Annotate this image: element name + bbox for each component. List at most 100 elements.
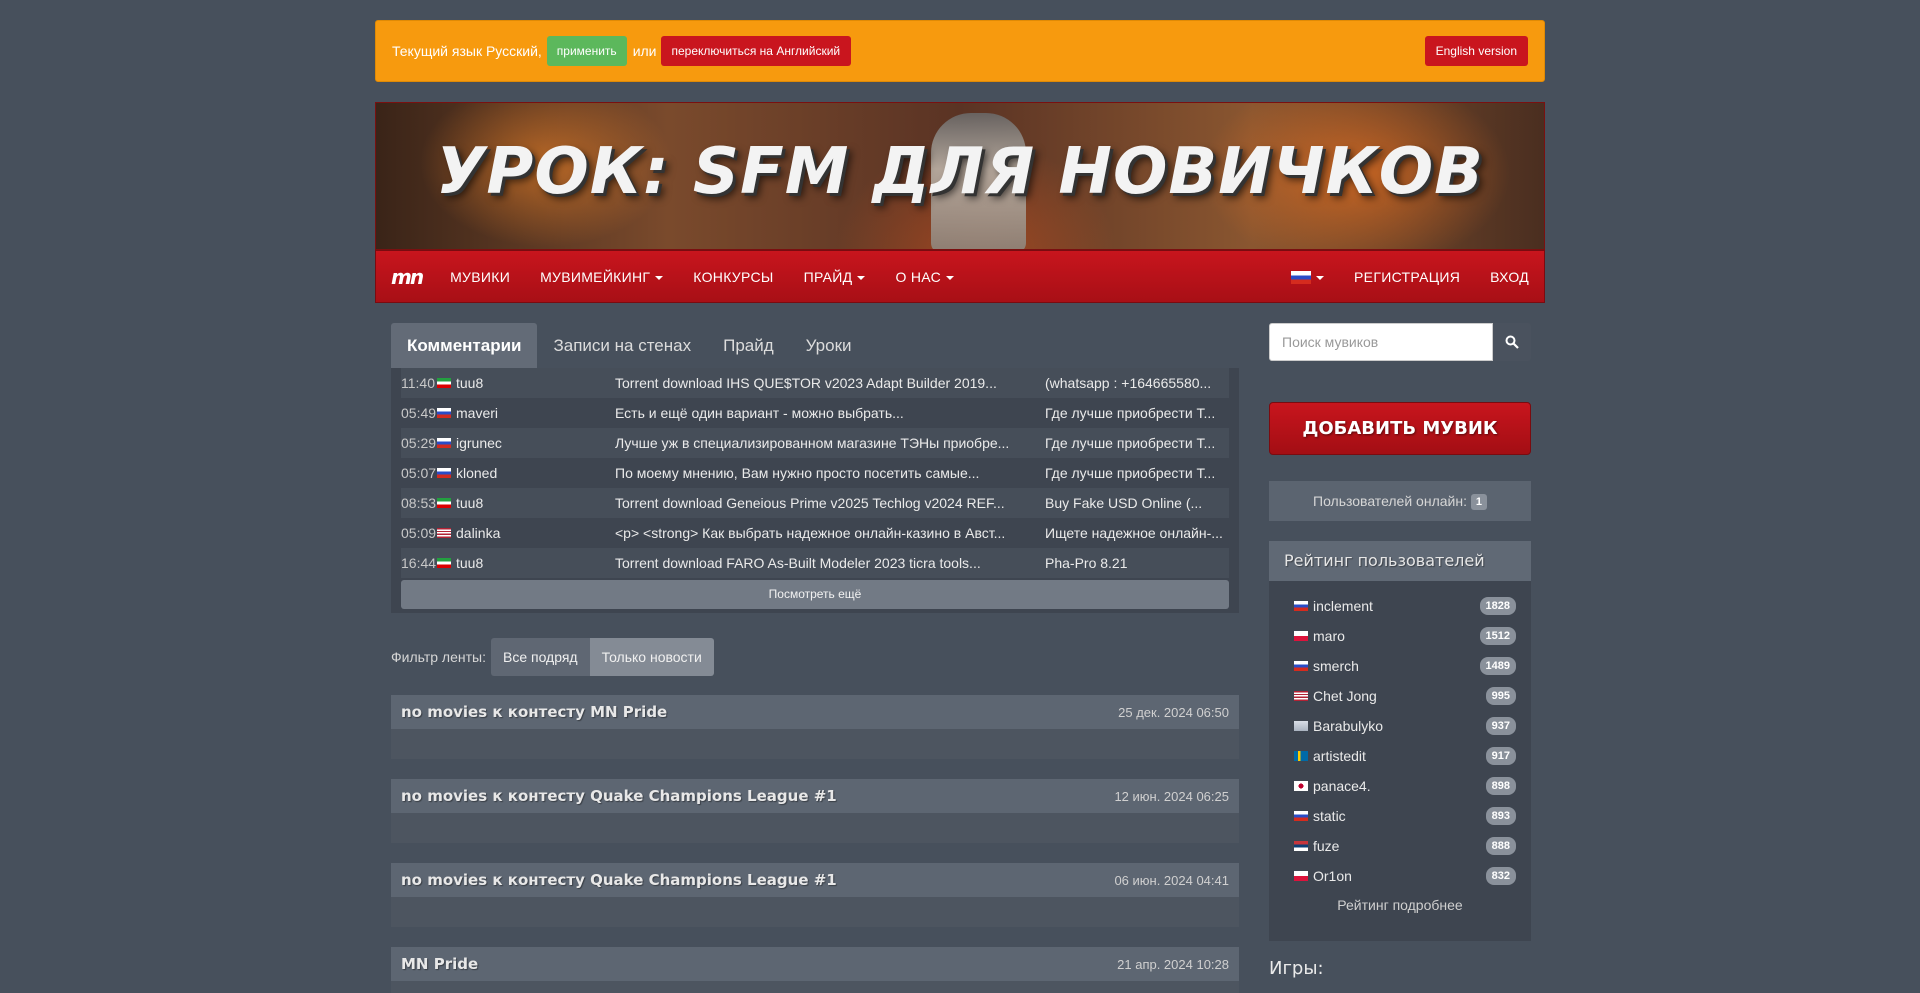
rating-row[interactable]: panace4. 898: [1269, 771, 1531, 801]
tab-comments[interactable]: Комментарии: [391, 323, 538, 368]
comment-topic-link[interactable]: Buy Fake USD Online (...: [1043, 495, 1229, 511]
comment-user[interactable]: tuu8: [437, 495, 615, 511]
rating-username[interactable]: maro: [1313, 628, 1345, 644]
rating-username[interactable]: Barabulyko: [1313, 718, 1383, 734]
rating-row[interactable]: static 893: [1269, 801, 1531, 831]
comment-user[interactable]: kloned: [437, 465, 615, 481]
comment-row[interactable]: 05:09 dalinka <p> <strong> Как выбрать над…: [401, 518, 1229, 548]
comment-text[interactable]: Лучше уж в специализированном магазине Т…: [615, 435, 1043, 451]
news-item: no movies к контесту Quake Champions Lea…: [391, 863, 1239, 927]
rating-username[interactable]: inclement: [1313, 598, 1373, 614]
comment-text[interactable]: <p> <strong> Как выбрать надежное онлайн…: [615, 525, 1043, 541]
filter-news-only-button[interactable]: Только новости: [589, 638, 714, 676]
nav-register[interactable]: РЕГИСТРАЦИЯ: [1354, 269, 1460, 285]
site-logo[interactable]: mn: [391, 265, 424, 289]
country-flag-icon: [1294, 871, 1308, 881]
filter-all-button[interactable]: Все подряд: [490, 638, 590, 676]
search-input[interactable]: Поиск мувиков: [1269, 323, 1493, 361]
comment-text[interactable]: Torrent download Geneious Prime v2025 Te…: [615, 495, 1043, 511]
rating-username[interactable]: Chet Jong: [1313, 688, 1377, 704]
comment-text[interactable]: Torrent download FARO As-Built Modeler 2…: [615, 555, 1043, 571]
comment-row[interactable]: 05:07 kloned По моему мнению, Вам нужно пр…: [401, 458, 1229, 488]
rating-row[interactable]: Barabulyko 937: [1269, 711, 1531, 741]
news-body: [391, 729, 1239, 759]
rating-row[interactable]: fuze 888: [1269, 831, 1531, 861]
rating-row[interactable]: artistedit 917: [1269, 741, 1531, 771]
news-title[interactable]: no movies к контесту Quake Champions Lea…: [401, 871, 837, 889]
comment-text[interactable]: По моему мнению, Вам нужно просто посети…: [615, 465, 1043, 481]
country-flag-icon: [1294, 631, 1308, 641]
user-rating-title: Рейтинг пользователей: [1269, 541, 1531, 581]
or-text: или: [632, 43, 657, 59]
country-flag-icon: [437, 408, 451, 418]
comment-username: maveri: [456, 405, 499, 421]
users-online[interactable]: Пользователей онлайн: 1: [1269, 481, 1531, 521]
tab-lessons[interactable]: Уроки: [790, 323, 868, 368]
comment-user[interactable]: igrunec: [437, 435, 615, 451]
nav-pride[interactable]: ПРАЙД: [804, 269, 866, 285]
news-title[interactable]: no movies к контесту Quake Champions Lea…: [401, 787, 837, 805]
rating-username[interactable]: Or1on: [1313, 868, 1352, 884]
news-title[interactable]: no movies к контесту MN Pride: [401, 703, 667, 721]
rating-username[interactable]: fuze: [1313, 838, 1339, 854]
search-button[interactable]: [1493, 323, 1531, 361]
nav-login[interactable]: ВХОД: [1490, 269, 1529, 285]
news-body: [391, 897, 1239, 927]
main-navbar: mn МУВИКИ МУВИМЕЙКИНГ КОНКУРСЫ ПРАЙД О Н…: [375, 250, 1545, 303]
news-header[interactable]: no movies к контесту Quake Champions Lea…: [391, 779, 1239, 813]
tab-wall-posts[interactable]: Записи на стенах: [537, 323, 707, 368]
comment-topic-link[interactable]: Pha-Pro 8.21: [1043, 555, 1229, 571]
news-item: no movies к контесту MN Pride 25 дек. 202…: [391, 695, 1239, 759]
show-more-button[interactable]: Посмотреть ещё: [401, 580, 1229, 609]
comment-row[interactable]: 05:49 maveri Есть и ещё один вариант - мож…: [401, 398, 1229, 428]
rating-username[interactable]: panace4.: [1313, 778, 1371, 794]
comment-user[interactable]: dalinka: [437, 525, 615, 541]
switch-to-english-button[interactable]: переключиться на Английский: [660, 36, 852, 66]
comment-row[interactable]: 08:53 tuu8 Torrent download Geneious Prime…: [401, 488, 1229, 518]
english-version-button[interactable]: English version: [1424, 36, 1528, 66]
apply-language-button[interactable]: применить: [546, 36, 627, 66]
rating-row[interactable]: inclement 1828: [1269, 591, 1531, 621]
news-header[interactable]: no movies к контесту MN Pride 25 дек. 202…: [391, 695, 1239, 729]
rating-row[interactable]: Chet Jong 995: [1269, 681, 1531, 711]
comment-topic-link[interactable]: Где лучше приобрести Т...: [1043, 405, 1229, 421]
rating-row[interactable]: maro 1512: [1269, 621, 1531, 651]
lesson-banner[interactable]: УРОК: SFM ДЛЯ НОВИЧКОВ: [375, 102, 1545, 250]
language-dropdown[interactable]: [1291, 269, 1325, 285]
rating-username[interactable]: static: [1313, 808, 1346, 824]
user-rating-panel: Рейтинг пользователей inclement 1828 maro 1…: [1269, 541, 1531, 941]
news-title[interactable]: MN Pride: [401, 955, 478, 973]
chevron-down-icon: [655, 275, 664, 280]
comment-topic-link[interactable]: Где лучше приобрести Т...: [1043, 465, 1229, 481]
comment-row[interactable]: 11:40 tuu8 Torrent download IHS QUE$TOR v2…: [401, 368, 1229, 398]
news-header[interactable]: MN Pride 21 апр. 2024 10:28: [391, 947, 1239, 981]
feed-filter: Фильтр ленты: Все подряд Только новости: [391, 638, 714, 676]
rating-row[interactable]: Or1on 832: [1269, 861, 1531, 891]
news-date: 21 апр. 2024 10:28: [1117, 956, 1229, 972]
nav-moviemaking[interactable]: МУВИМЕЙКИНГ: [540, 269, 664, 285]
news-header[interactable]: no movies к контесту Quake Champions Lea…: [391, 863, 1239, 897]
rating-score-badge: 888: [1485, 837, 1516, 855]
rating-username[interactable]: smerch: [1313, 658, 1359, 674]
comment-topic-link[interactable]: Ищете надежное онлайн-...: [1043, 525, 1229, 541]
rating-more-link[interactable]: Рейтинг подробнее: [1269, 897, 1531, 913]
rating-username[interactable]: artistedit: [1313, 748, 1366, 764]
users-online-label: Пользователей онлайн:: [1313, 493, 1467, 509]
comment-user[interactable]: tuu8: [437, 375, 615, 391]
nav-about[interactable]: О НАС: [895, 269, 954, 285]
nav-contests[interactable]: КОНКУРСЫ: [693, 269, 773, 285]
comment-user[interactable]: maveri: [437, 405, 615, 421]
tab-pride[interactable]: Прайд: [707, 323, 790, 368]
rating-row[interactable]: smerch 1489: [1269, 651, 1531, 681]
nav-movies[interactable]: МУВИКИ: [450, 269, 510, 285]
comment-text[interactable]: Torrent download IHS QUE$TOR v2023 Adapt…: [615, 375, 1043, 391]
comment-text[interactable]: Есть и ещё один вариант - можно выбрать.…: [615, 405, 1043, 421]
comment-user[interactable]: tuu8: [437, 555, 615, 571]
comment-row[interactable]: 16:44 tuu8 Torrent download FARO As-Built …: [401, 548, 1229, 578]
comment-topic-link[interactable]: Где лучше приобрести Т...: [1043, 435, 1229, 451]
country-flag-icon: [1294, 601, 1308, 611]
add-movie-button[interactable]: ДОБАВИТЬ МУВИК: [1269, 402, 1531, 455]
comment-row[interactable]: 05:29 igrunec Лучше уж в специализированно…: [401, 428, 1229, 458]
language-bar: Текущий язык Русский, применить или пере…: [375, 20, 1545, 82]
comment-topic-link[interactable]: (whatsapp : +164665580...: [1043, 375, 1229, 391]
